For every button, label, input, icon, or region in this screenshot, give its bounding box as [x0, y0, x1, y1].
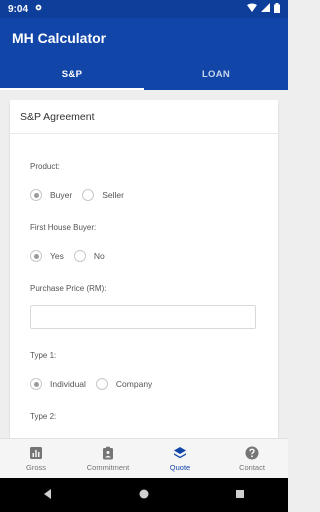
nav-contact[interactable]: Contact: [216, 439, 288, 478]
tab-sp[interactable]: S&P: [0, 58, 144, 90]
wifi-icon: [247, 3, 257, 15]
radio-selected-dot: [33, 381, 39, 387]
bottom-navigation: Gross Commitment Quote Contact: [0, 438, 288, 478]
help-icon: [245, 446, 259, 460]
radio-company-label: Company: [115, 379, 153, 389]
tab-sp-label: S&P: [61, 68, 83, 80]
radio-seller-circle[interactable]: [82, 189, 95, 201]
type1-label: Type 1:: [30, 351, 57, 360]
radio-buyer-label: Buyer: [50, 190, 73, 200]
nav-gross-label: Gross: [25, 462, 46, 472]
price-section: Purchase Price (RM):: [30, 284, 258, 329]
nav-quote[interactable]: Quote: [144, 439, 216, 478]
bar-chart-icon: [29, 446, 43, 460]
system-navigation-bar: [0, 478, 288, 512]
radio-buyer-circle[interactable]: [30, 189, 42, 201]
nav-contact-label: Contact: [239, 462, 265, 472]
status-bar: 9:04: [0, 0, 288, 18]
type2-label: Type 2:: [30, 412, 57, 421]
main-content: S&P Agreement Product: Buyer Seller Firs…: [0, 90, 288, 438]
sp-agreement-card: S&P Agreement Product: Buyer Seller Firs…: [10, 100, 278, 438]
radio-company[interactable]: Company: [95, 378, 153, 390]
radio-yes-circle[interactable]: [30, 250, 42, 262]
radio-individual-circle[interactable]: [30, 378, 42, 390]
layers-icon: [173, 446, 187, 460]
tab-loan-label: LOAN: [201, 68, 231, 80]
radio-no-circle[interactable]: [73, 250, 86, 262]
product-radio-group: Buyer Seller: [30, 189, 258, 201]
settings-icon: [34, 3, 43, 15]
card-title: S&P Agreement: [10, 100, 278, 134]
purchase-price-input[interactable]: [30, 305, 256, 329]
radio-seller-label: Seller: [102, 190, 124, 200]
radio-seller[interactable]: Seller: [82, 189, 124, 201]
product-section: Product: Buyer Seller: [30, 162, 258, 201]
app-bar: MH Calculator: [0, 18, 288, 58]
tab-bar: S&P LOAN: [0, 58, 288, 90]
radio-selected-dot: [33, 192, 39, 198]
tab-loan[interactable]: LOAN: [144, 58, 288, 90]
nav-gross[interactable]: Gross: [0, 439, 72, 478]
type1-section: Type 1: Individual Company: [30, 351, 258, 390]
type1-radio-group: Individual Company: [30, 378, 258, 390]
nav-quote-label: Quote: [169, 462, 191, 472]
radio-buyer[interactable]: Buyer: [30, 189, 72, 201]
purchase-price-label: Purchase Price (RM):: [30, 284, 107, 293]
radio-no-label: No: [93, 251, 105, 261]
radio-yes[interactable]: Yes: [30, 250, 64, 262]
signal-icon: [261, 3, 270, 15]
first-house-label: First House Buyer:: [30, 223, 97, 232]
radio-individual[interactable]: Individual: [30, 378, 86, 390]
battery-icon: [274, 2, 280, 16]
home-icon[interactable]: [139, 486, 149, 504]
product-label: Product:: [30, 162, 60, 171]
back-icon[interactable]: [43, 486, 53, 504]
radio-yes-label: Yes: [50, 251, 64, 261]
nav-commitment[interactable]: Commitment: [72, 439, 144, 478]
recents-icon[interactable]: [235, 486, 245, 504]
radio-no[interactable]: No: [73, 250, 105, 262]
form-body: Product: Buyer Seller First House Buyer:: [10, 134, 278, 438]
nav-commitment-label: Commitment: [86, 462, 130, 472]
app-title: MH Calculator: [12, 30, 107, 46]
radio-company-circle[interactable]: [95, 378, 108, 390]
radio-individual-label: Individual: [50, 379, 86, 389]
clipboard-icon: [101, 446, 115, 460]
type2-section: Type 2:: [30, 412, 258, 421]
status-time: 9:04: [8, 3, 29, 15]
first-house-section: First House Buyer: Yes No: [30, 223, 258, 262]
first-house-radio-group: Yes No: [30, 250, 258, 262]
radio-selected-dot: [33, 253, 39, 259]
